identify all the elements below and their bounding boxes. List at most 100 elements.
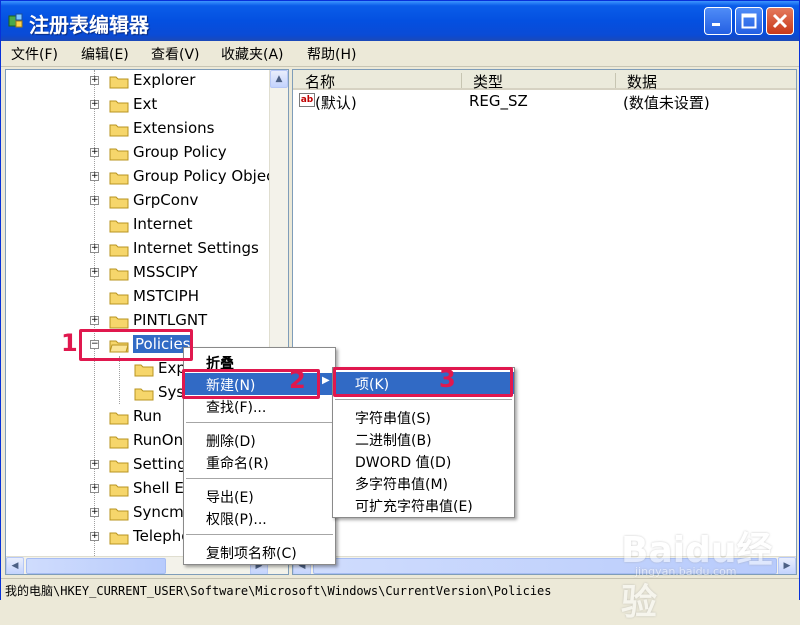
annotation-step-2: 2 [289, 366, 306, 394]
expand-toggle[interactable]: + [90, 196, 99, 205]
window-title: 注册表编辑器 [29, 13, 149, 37]
expand-toggle[interactable]: + [90, 532, 99, 541]
folder-icon [109, 100, 129, 113]
maximize-icon [741, 13, 757, 29]
column-header-data[interactable]: 数据 [627, 71, 657, 92]
folder-icon [109, 292, 129, 305]
submenu-arrow-icon: ▶ [322, 375, 330, 386]
watermark-url: jingyan.baidu.com [635, 565, 737, 578]
folder-icon [109, 436, 129, 449]
tree-item-group-policy-objects[interactable]: + Group Policy Objects [6, 166, 288, 190]
menu-item-new-dword-value[interactable]: DWORD 值(D) [333, 450, 514, 472]
menu-item-label: 权限(P)... [206, 512, 267, 528]
folder-icon [109, 484, 129, 497]
tree-item-internet-settings[interactable]: + Internet Settings [6, 238, 268, 262]
menu-edit[interactable]: 编辑(E) [81, 44, 129, 64]
tree-item-label: Group Policy [133, 143, 227, 161]
folder-icon [109, 124, 129, 137]
folder-icon [109, 460, 129, 473]
menu-view[interactable]: 查看(V) [151, 44, 200, 64]
string-value-icon: ab [299, 93, 315, 107]
close-icon [772, 13, 788, 29]
menu-item-label: 二进制值(B) [355, 433, 432, 449]
minimize-icon [712, 23, 720, 26]
menu-item-label: 复制项名称(C) [206, 546, 297, 562]
folder-icon [109, 532, 129, 545]
registry-editor-window: 注册表编辑器 文件(F) 编辑(E) 查看(V) 收藏夹(A) 帮助(H) + … [0, 0, 800, 623]
tree-item-group-policy[interactable]: + Group Policy [6, 142, 268, 166]
folder-icon [109, 412, 129, 425]
tree-item-grpconv[interactable]: + GrpConv [6, 190, 268, 214]
tree-item-label: MSSCIPY [133, 263, 198, 281]
menu-item-new-multi-string-value[interactable]: 多字符串值(M) [333, 472, 514, 494]
menu-help[interactable]: 帮助(H) [307, 44, 356, 64]
tree-item-label: PINTLGNT [133, 311, 208, 329]
title-bar[interactable]: 注册表编辑器 [1, 1, 799, 41]
menu-item-permissions[interactable]: 权限(P)... [184, 507, 335, 529]
tree-item-label: GrpConv [133, 191, 199, 209]
folder-icon [109, 220, 129, 233]
expand-toggle[interactable]: + [90, 460, 99, 469]
expand-toggle[interactable]: + [90, 484, 99, 493]
expand-toggle[interactable]: + [90, 148, 99, 157]
tree-item-label: Internet Settings [133, 239, 259, 257]
tree-item-label: MSTCIPH [133, 287, 199, 305]
column-separator[interactable] [615, 73, 616, 88]
tree-item-label: Ext [133, 95, 158, 113]
folder-icon [109, 172, 129, 185]
tree-item-ext[interactable]: + Ext [6, 94, 268, 118]
expand-toggle[interactable]: + [90, 508, 99, 517]
menu-item-rename[interactable]: 重命名(R) [184, 451, 335, 473]
expand-toggle[interactable]: + [90, 316, 99, 325]
menu-item-label: 删除(D) [206, 434, 256, 450]
expand-toggle[interactable]: + [90, 76, 99, 85]
column-header-name[interactable]: 名称 [305, 71, 335, 92]
scroll-up-button[interactable]: ▲ [270, 70, 288, 88]
scroll-left-button[interactable]: ◀ [6, 557, 24, 574]
tree-item-mstciph[interactable]: MSTCIPH [6, 286, 268, 310]
expand-toggle[interactable]: + [90, 100, 99, 109]
menu-item-label: 导出(E) [206, 490, 254, 506]
menu-item-label: 可扩充字符串值(E) [355, 499, 473, 515]
tree-item-explorer[interactable]: + Explorer [6, 70, 268, 94]
maximize-button[interactable] [735, 7, 763, 35]
annotation-box-policies [79, 329, 193, 361]
column-separator[interactable] [461, 73, 462, 88]
minimize-button[interactable] [704, 7, 732, 35]
column-header-type[interactable]: 类型 [473, 71, 503, 92]
tree-item-msscipy[interactable]: + MSSCIPY [6, 262, 268, 286]
tree-item-label: Explorer [133, 71, 196, 89]
menu-item-new-binary-value[interactable]: 二进制值(B) [333, 428, 514, 450]
menu-item-new-string-value[interactable]: 字符串值(S) [333, 406, 514, 428]
menu-item-new-expandable-string-value[interactable]: 可扩充字符串值(E) [333, 494, 514, 516]
tree-item-internet[interactable]: Internet [6, 214, 268, 238]
menu-item-export[interactable]: 导出(E) [184, 485, 335, 507]
tree-item-extensions[interactable]: Extensions [6, 118, 268, 142]
menu-item-delete[interactable]: 删除(D) [184, 429, 335, 451]
menu-favorites[interactable]: 收藏夹(A) [221, 44, 284, 64]
folder-icon [109, 76, 129, 89]
menu-separator [186, 534, 333, 535]
menu-separator [186, 478, 333, 479]
close-button[interactable] [766, 7, 794, 35]
folder-icon [134, 364, 154, 377]
menu-item-label: 查找(F)... [206, 400, 267, 416]
menu-file[interactable]: 文件(F) [11, 44, 58, 64]
expand-toggle[interactable]: + [90, 268, 99, 277]
value-type: REG_SZ [469, 92, 528, 110]
tree-item-label: Run [133, 407, 162, 425]
annotation-box-key [333, 367, 513, 397]
list-row-default[interactable]: ab (默认) REG_SZ (数值未设置) [293, 91, 796, 113]
folder-icon [109, 196, 129, 209]
tree-item-label: Internet [133, 215, 193, 233]
menu-separator [335, 399, 512, 400]
menu-separator [186, 422, 333, 423]
tree-item-label: Extensions [133, 119, 215, 137]
expand-toggle[interactable]: + [90, 244, 99, 253]
folder-icon [109, 316, 129, 329]
expand-toggle[interactable]: + [90, 172, 99, 181]
scroll-thumb[interactable] [26, 558, 166, 574]
menu-item-copy-key-name[interactable]: 复制项名称(C) [184, 541, 335, 563]
baidu-jingyan-watermark: Baidu经验 jingyan.baidu.com [621, 521, 800, 623]
annotation-step-3: 3 [439, 365, 456, 393]
